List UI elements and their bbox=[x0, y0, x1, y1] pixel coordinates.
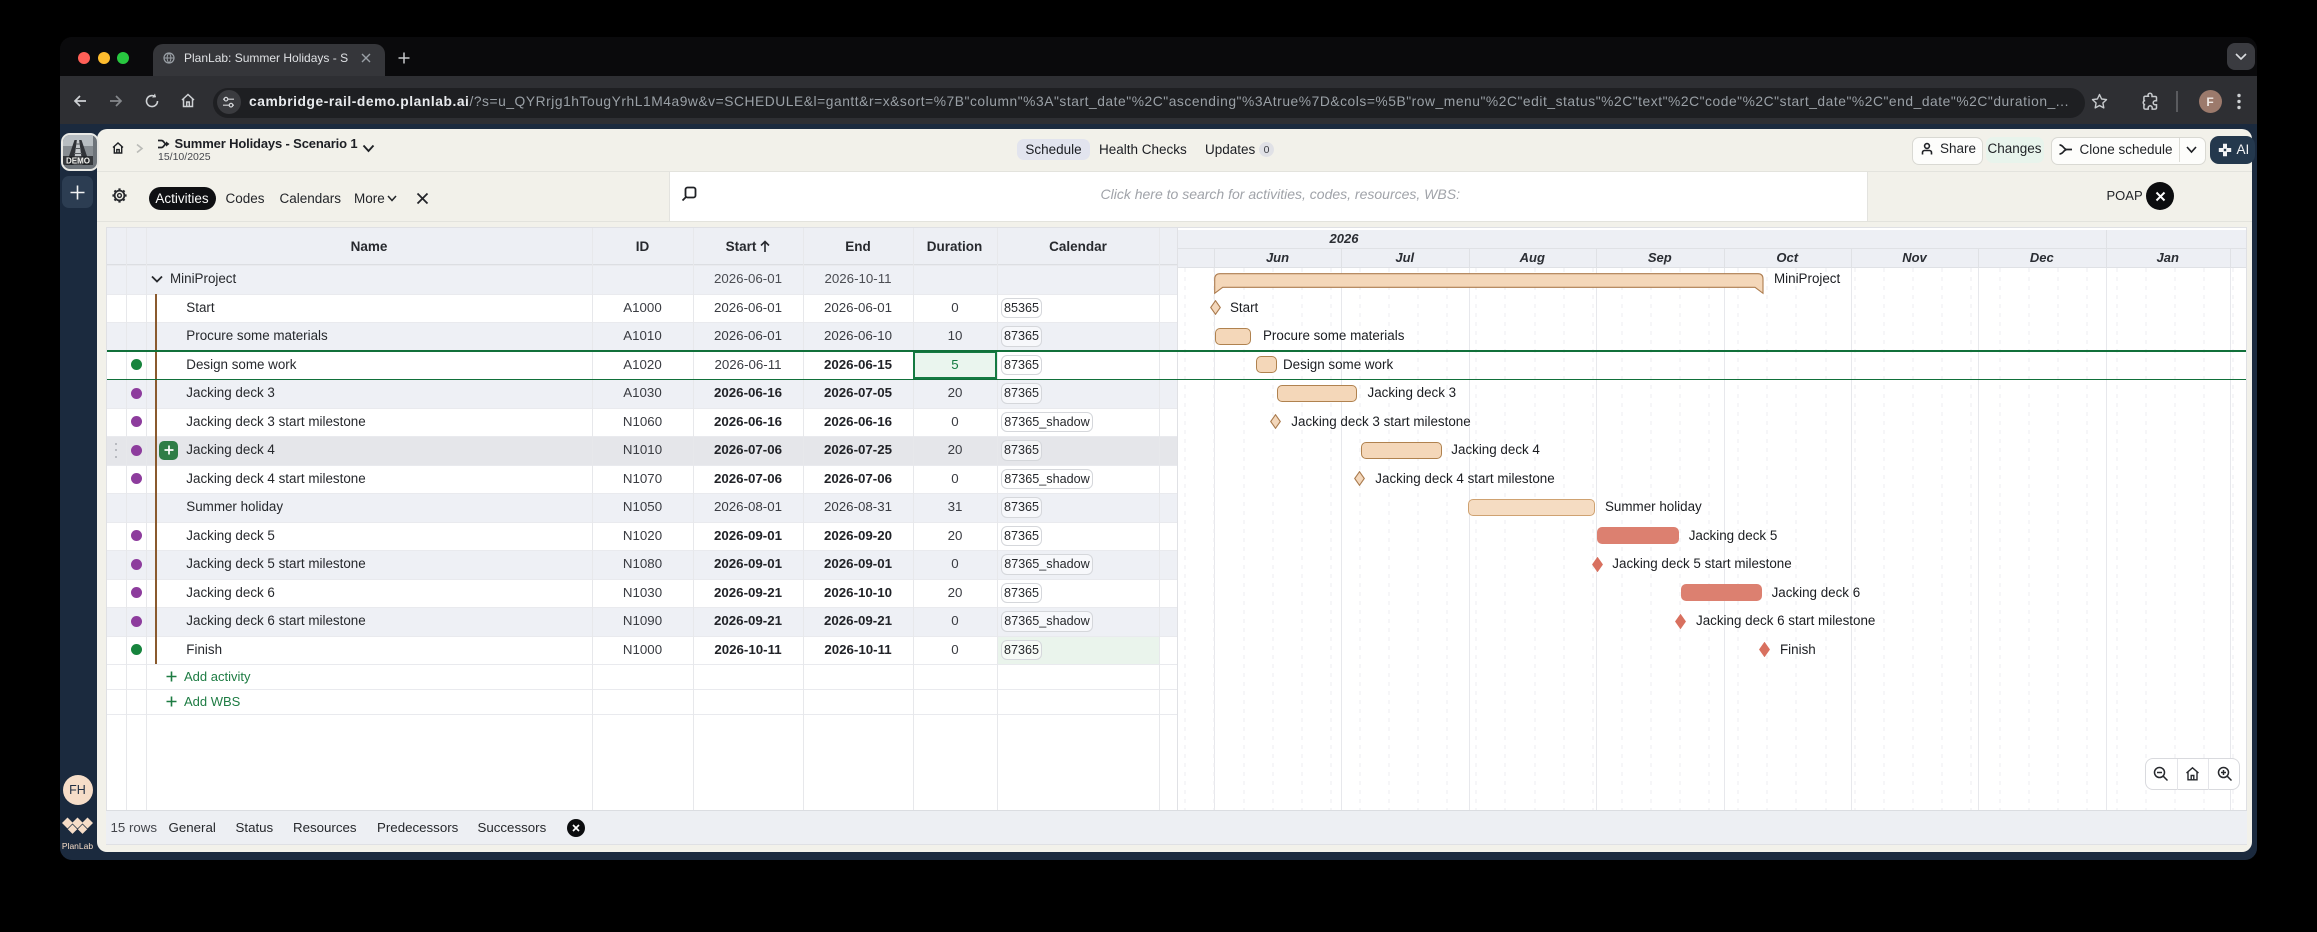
svg-text:DEMO: DEMO bbox=[66, 156, 90, 165]
